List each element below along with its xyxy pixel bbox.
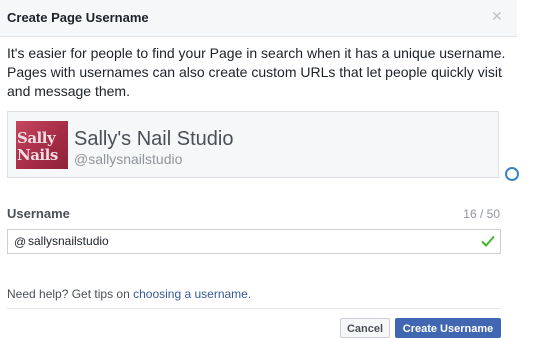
close-icon[interactable]: ✕ [491,9,503,23]
check-icon [481,235,495,247]
dialog-header: Create Page Username ✕ [0,0,517,37]
username-field[interactable]: @ [7,229,501,254]
character-count: 16 / 50 [463,207,500,221]
page-profile-photo: Sally Nails [16,121,68,169]
cursor-ring-icon [505,167,519,181]
page-name: Sally's Nail Studio [74,128,234,150]
photo-text-line2: Nails [17,146,58,164]
photo-text-line1: Sally [17,129,56,147]
page-handle: @sallysnailstudio [74,151,183,167]
username-input[interactable] [28,232,468,250]
username-label: Username [7,206,70,221]
footer-divider [7,308,500,309]
at-prefix: @ [14,235,27,249]
help-text: Need help? Get tips on choosing a userna… [7,287,251,301]
create-username-dialog: Create Page Username ✕ It's easier for p… [0,0,519,338]
choosing-username-link[interactable]: choosing a username. [133,287,251,301]
page-preview-card: Sally Nails Sally's Nail Studio @sallysn… [7,111,499,178]
create-username-button[interactable]: Create Username [395,318,501,338]
intro-text: It's easier for people to find your Page… [7,45,506,99]
dialog-title: Create Page Username [7,10,149,25]
cancel-button[interactable]: Cancel [340,318,390,338]
help-prefix: Need help? Get tips on [7,287,134,301]
